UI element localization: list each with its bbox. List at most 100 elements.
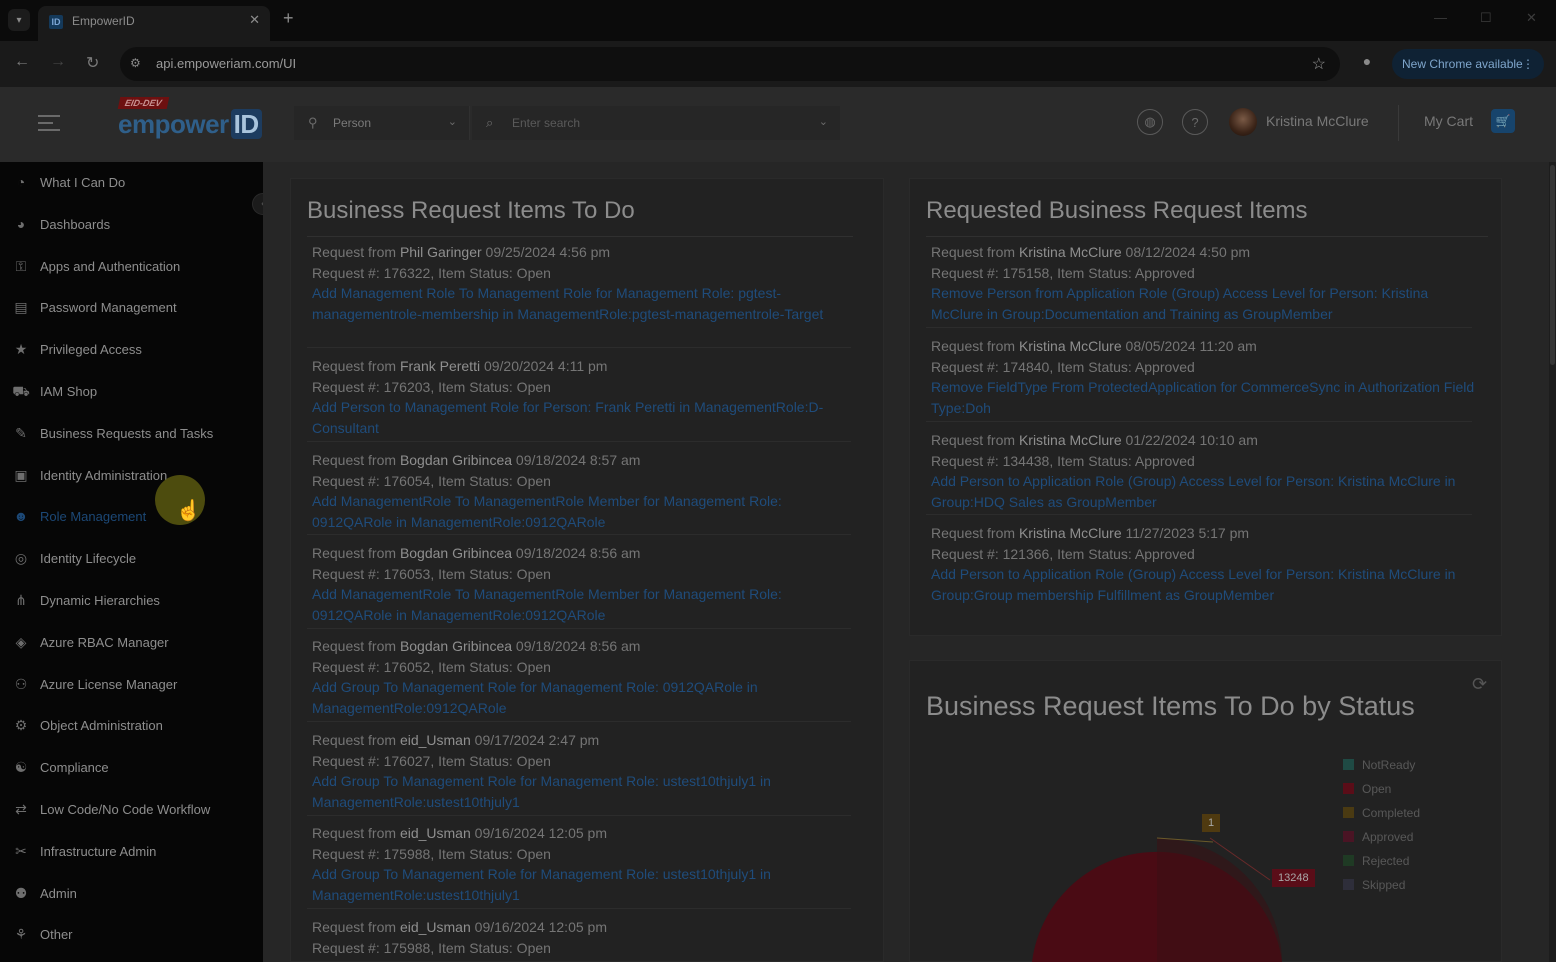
request-item-link[interactable]: Add Person to Application Role (Group) A… — [931, 471, 1481, 512]
sidebar-item-other[interactable]: ⚘ Other — [0, 914, 263, 954]
help-icon[interactable]: ? — [1182, 109, 1208, 135]
sidebar-item-iam-shop[interactable]: ⛟ IAM Shop — [0, 371, 263, 411]
request-item-link[interactable]: Add Person to Management Role for Person… — [312, 397, 860, 438]
avatar[interactable] — [1229, 108, 1257, 136]
tab-close-icon[interactable]: ✕ — [249, 12, 260, 28]
request-item-link[interactable]: Add Management Role To Management Role f… — [312, 283, 860, 324]
list-item: Request from Bogdan Gribincea 09/18/2024… — [312, 450, 860, 532]
sidebar-item-azure-license-manager[interactable]: ⚇ Azure License Manager — [0, 664, 263, 704]
divider — [307, 908, 851, 909]
request-item-link[interactable]: Add ManagementRole To ManagementRole Mem… — [312, 491, 860, 532]
sidebar-item-apps-and-authentication[interactable]: ⚿ Apps and Authentication — [0, 246, 263, 286]
request-prefix: Request from — [312, 244, 400, 260]
search-input[interactable] — [512, 114, 792, 132]
sidebar-item-identity-administration[interactable]: ▣ Identity Administration — [0, 455, 263, 495]
todo-panel: Business Request Items To Do Request fro… — [290, 178, 884, 962]
new-chrome-button[interactable]: New Chrome available ⋮ — [1392, 49, 1544, 79]
logo-badge: EID-DEV — [117, 97, 169, 109]
dashboard-icon: ◕ — [16, 216, 26, 232]
site-info-icon[interactable]: ⚙ — [130, 56, 141, 70]
sidebar-item-dynamic-hierarchies[interactable]: ⋔ Dynamic Hierarchies — [0, 580, 263, 620]
cart-icon: ⛟ — [12, 383, 30, 399]
sidebar-item-role-management[interactable]: ☻ Role Management — [0, 496, 263, 536]
request-item-link[interactable]: Add Group To Management Role for Managem… — [312, 771, 860, 812]
maximize-icon[interactable]: ☐ — [1480, 10, 1492, 26]
requester-name: Bogdan Gribincea — [399, 638, 513, 654]
forward-icon[interactable]: → — [50, 53, 66, 71]
request-date: 09/16/2024 12:05 pm — [470, 919, 607, 935]
sidebar-item-identity-lifecycle[interactable]: ◎ Identity Lifecycle — [0, 538, 263, 578]
omnibox[interactable]: ⚙ api.empoweriam.com/UI ☆ — [120, 47, 1340, 81]
sidebar-item-infrastructure-admin[interactable]: ✂ Infrastructure Admin — [0, 831, 263, 871]
id-card-icon: ▣ — [14, 467, 28, 483]
kebab-menu-icon[interactable]: ⋮ — [1522, 49, 1534, 79]
admin-icon: ⚉ — [14, 885, 28, 901]
request-prefix: Request from — [312, 825, 400, 841]
sidebar-item-label: Admin — [40, 886, 77, 901]
back-icon[interactable]: ← — [14, 53, 30, 71]
requester-name: Bogdan Gribincea — [399, 545, 513, 561]
search-chevron-down-icon[interactable]: ⌄ — [819, 115, 828, 128]
browser-tab[interactable]: ID EmpowerID ✕ — [38, 6, 270, 41]
page-scrollbar-thumb[interactable] — [1550, 165, 1555, 365]
object-icon: ⚙ — [14, 717, 28, 733]
header-divider — [1398, 105, 1399, 141]
list-item: Request from eid_Usman 09/16/2024 12:05 … — [312, 823, 860, 905]
request-line: Request from Bogdan Gribincea 09/18/2024… — [312, 543, 860, 564]
sidebar-item-dashboards[interactable]: ◕ Dashboards — [0, 204, 263, 244]
list-item: Request from Phil Garinger 09/25/2024 4:… — [312, 242, 860, 324]
request-date: 09/18/2024 8:56 am — [512, 638, 641, 654]
legend-label: Rejected — [1362, 854, 1410, 868]
bookmark-star-icon[interactable]: ☆ — [1312, 54, 1326, 74]
sidebar-item-compliance[interactable]: ☯ Compliance — [0, 747, 263, 787]
requester-name: Kristina McClure — [1018, 432, 1122, 448]
search-type-dropdown[interactable]: ⚲ Person ⌄ — [294, 106, 470, 140]
browser-tabstrip: ▾ ID EmpowerID ✕ + — ☐ ✕ — [0, 0, 1556, 41]
url-text[interactable]: api.empoweriam.com/UI — [156, 56, 296, 71]
legend-swatch — [1343, 783, 1354, 794]
request-item-link[interactable]: Add Group To Management Role for Managem… — [312, 864, 860, 905]
workflow-icon: ⇄ — [15, 801, 27, 817]
divider — [307, 628, 851, 629]
user-name[interactable]: Kristina McClure — [1266, 113, 1369, 129]
edit-icon: ✎ — [15, 425, 27, 441]
legend-label: Skipped — [1362, 878, 1406, 892]
request-prefix: Request from — [312, 545, 400, 561]
request-item-link[interactable]: Add ManagementRole To ManagementRole Mem… — [312, 584, 860, 625]
sidebar-item-what-i-can-do[interactable]: ◔ What I Can Do — [0, 162, 263, 202]
hand-cursor-icon: ☝ — [176, 500, 201, 522]
minimize-icon[interactable]: — — [1434, 10, 1447, 25]
request-line: Request from Bogdan Gribincea 09/18/2024… — [312, 636, 860, 657]
request-date: 01/22/2024 10:10 am — [1121, 432, 1258, 448]
reload-icon[interactable]: ↻ — [86, 53, 99, 73]
new-tab-icon[interactable]: + — [283, 8, 294, 29]
hamburger-menu-icon[interactable] — [38, 115, 60, 131]
sidebar-item-azure-rbac-manager[interactable]: ◈ Azure RBAC Manager — [0, 622, 263, 662]
request-date: 08/12/2024 4:50 pm — [1121, 244, 1251, 260]
sidebar-item-low-code-no-code-workflow[interactable]: ⇄ Low Code/No Code Workflow — [0, 789, 263, 829]
request-date: 11/27/2023 5:17 pm — [1121, 525, 1250, 541]
tab-search-icon[interactable]: ▾ — [8, 9, 30, 31]
cart-icon[interactable]: 🛒 — [1491, 109, 1515, 133]
address-bar: ← → ↻ ⚙ api.empoweriam.com/UI ☆ ● New Ch… — [0, 41, 1556, 87]
request-item-link[interactable]: Remove Person from Application Role (Gro… — [931, 283, 1481, 324]
sidebar-item-business-requests-and-tasks[interactable]: ✎ Business Requests and Tasks — [0, 413, 263, 453]
sidebar-item-admin[interactable]: ⚉ Admin — [0, 873, 263, 913]
favicon-icon: ID — [49, 15, 63, 29]
sidebar-item-password-management[interactable]: ▤ Password Management — [0, 287, 263, 327]
my-cart-label[interactable]: My Cart — [1424, 113, 1473, 129]
request-line: Request from Frank Peretti 09/20/2024 4:… — [312, 356, 860, 377]
list-item: Request from Kristina McClure 01/22/2024… — [931, 430, 1481, 512]
sidebar-item-object-administration[interactable]: ⚙ Object Administration — [0, 705, 263, 745]
close-window-icon[interactable]: ✕ — [1526, 10, 1537, 26]
logo[interactable]: empower ID — [118, 109, 262, 140]
requester-name: eid_Usman — [399, 919, 471, 935]
search-box: ⌕ ⌄ — [472, 106, 840, 140]
profile-icon[interactable]: ● — [1356, 53, 1378, 75]
request-item-link[interactable]: Remove FieldType From ProtectedApplicati… — [931, 377, 1481, 418]
globe-icon[interactable]: ◍ — [1137, 109, 1163, 135]
request-item-link[interactable]: Add Person to Application Role (Group) A… — [931, 564, 1481, 605]
sidebar-item-privileged-access[interactable]: ★ Privileged Access — [0, 329, 263, 369]
request-item-link[interactable]: Add Group To Management Role for Managem… — [312, 677, 860, 718]
logo-main: empower — [118, 109, 229, 139]
